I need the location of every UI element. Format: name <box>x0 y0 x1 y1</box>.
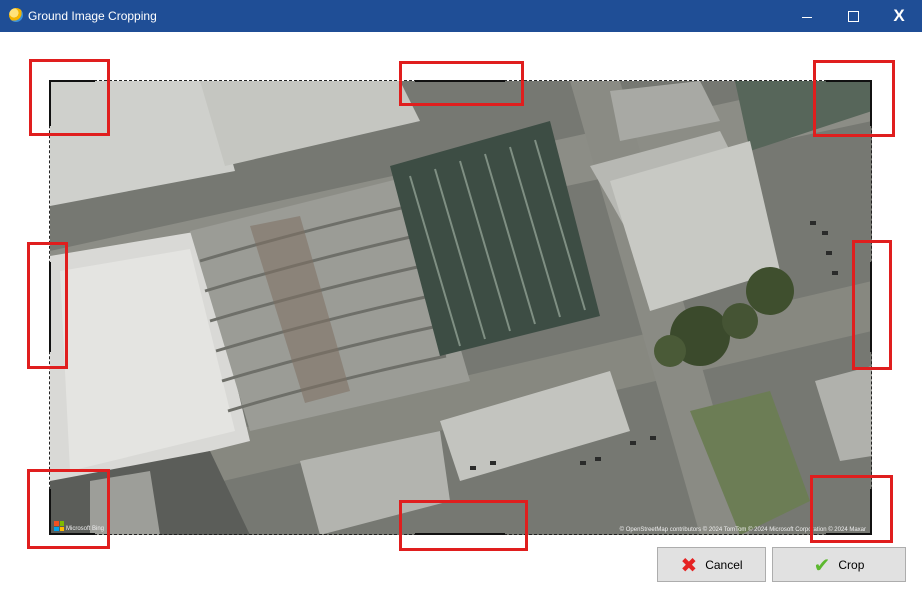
cancel-button[interactable]: ✖ Cancel <box>657 547 766 582</box>
crop-handle-bottom-left[interactable] <box>27 469 110 549</box>
maximize-button[interactable] <box>830 0 876 32</box>
crop-handle-bottom[interactable] <box>399 500 528 551</box>
crop-handle-top[interactable] <box>399 61 524 106</box>
crop-handle-left[interactable] <box>27 242 68 369</box>
aerial-image[interactable]: Microsoft Bing © OpenStreetMap contribut… <box>50 81 872 535</box>
crop-handle-top-right[interactable] <box>813 60 895 137</box>
cancel-label: Cancel <box>705 557 743 572</box>
maximize-icon <box>847 10 859 22</box>
close-icon: X <box>893 6 905 25</box>
check-icon: ✔ <box>813 552 831 577</box>
crop-button[interactable]: ✔ Crop <box>772 547 906 582</box>
crop-handle-right[interactable] <box>852 240 892 370</box>
crop-label: Crop <box>838 557 865 572</box>
minimize-button[interactable] <box>784 0 830 32</box>
app-icon <box>9 8 23 22</box>
crop-handle-bottom-right[interactable] <box>810 475 893 543</box>
aerial-image-drawing <box>50 81 872 535</box>
minimize-icon <box>802 16 812 18</box>
crop-handle-top-left[interactable] <box>29 59 110 136</box>
close-button[interactable]: X <box>876 0 922 32</box>
window-title: Ground Image Cropping <box>28 9 157 23</box>
x-icon: ✖ <box>680 552 698 577</box>
title-bar[interactable]: Ground Image Cropping X <box>0 0 922 32</box>
